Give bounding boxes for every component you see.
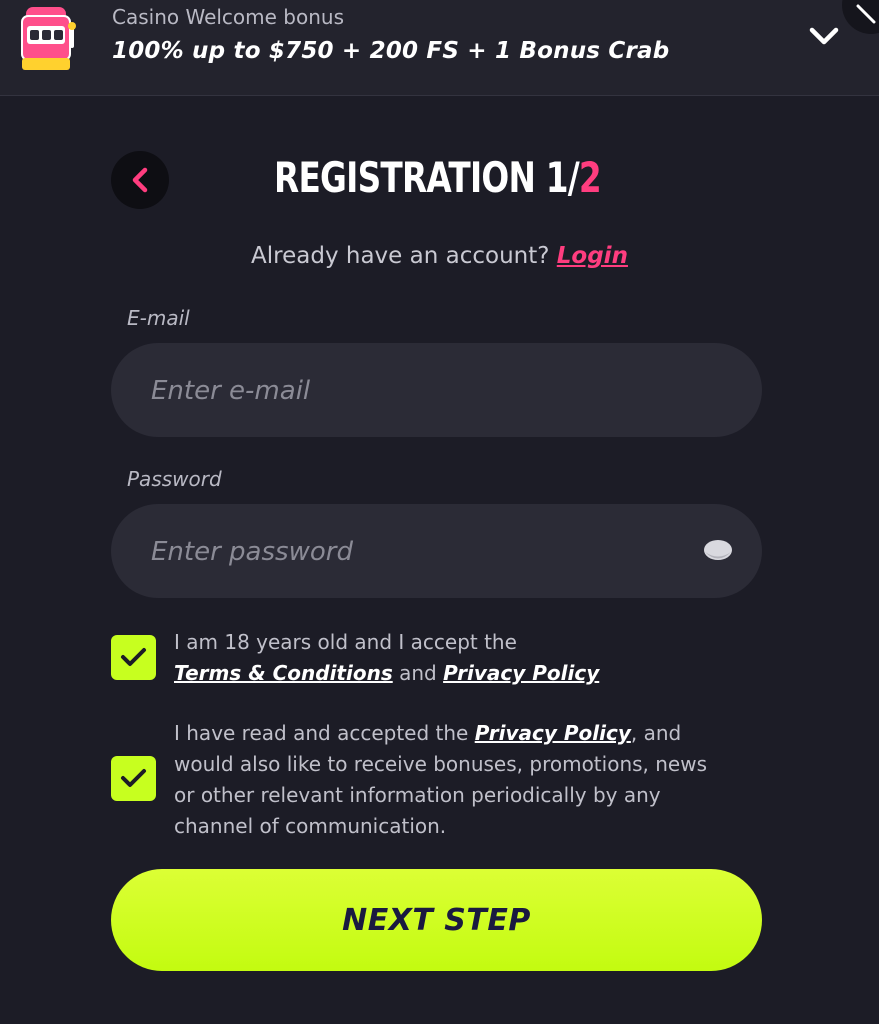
page-title-step-total: 2 <box>578 153 602 202</box>
and-text: and <box>399 661 437 685</box>
welcome-bonus-banner[interactable]: Casino Welcome bonus 100% up to $750 + 2… <box>0 0 879 96</box>
chevron-down-icon[interactable] <box>808 24 840 48</box>
login-prompt: Already have an account? Login <box>0 243 879 269</box>
checkmark-icon <box>121 648 146 666</box>
slot-machine-icon <box>21 7 76 70</box>
marketing-text-1: I have read and accepted the <box>174 721 469 745</box>
page-title-main: REGISTRATION 1/ <box>274 153 580 202</box>
password-field-container[interactable] <box>111 504 762 600</box>
close-icon <box>856 4 876 24</box>
next-step-button[interactable]: NEXT STEP <box>111 869 762 971</box>
show-password-eye-icon[interactable] <box>702 537 734 563</box>
email-label: E-mail <box>127 306 190 330</box>
email-field-container[interactable] <box>111 343 762 439</box>
chevron-left-icon <box>132 167 148 193</box>
age-terms-line-2: Terms & Conditions and Privacy Policy <box>174 658 599 689</box>
back-button[interactable] <box>111 151 169 209</box>
password-input[interactable] <box>149 504 693 600</box>
age-terms-line-1: I am 18 years old and I accept the <box>174 630 517 654</box>
marketing-line-4: channel of communication. <box>174 814 447 838</box>
marketing-line-1: I have read and accepted the Privacy Pol… <box>174 718 707 749</box>
page-title: REGISTRATION 1/2 <box>274 153 602 202</box>
age-terms-consent-text: I am 18 years old and I accept the Terms… <box>174 627 599 689</box>
age-terms-checkbox[interactable] <box>111 635 156 680</box>
marketing-line-3: or other relevant information periodical… <box>174 783 661 807</box>
terms-conditions-link[interactable]: Terms & Conditions <box>174 661 393 685</box>
privacy-policy-link[interactable]: Privacy Policy <box>443 661 599 685</box>
marketing-text-2: , and <box>630 721 682 745</box>
banner-subtitle: Casino Welcome bonus <box>112 5 345 29</box>
banner-title: 100% up to $750 + 200 FS + 1 Bonus Crab <box>112 38 670 64</box>
privacy-policy-link-2[interactable]: Privacy Policy <box>475 721 631 745</box>
login-prompt-text: Already have an account? <box>251 243 550 269</box>
marketing-consent-checkbox[interactable] <box>111 756 156 801</box>
login-link[interactable]: Login <box>557 243 628 269</box>
email-input[interactable] <box>149 343 693 439</box>
marketing-consent-text: I have read and accepted the Privacy Pol… <box>174 718 707 842</box>
marketing-line-2: would also like to receive bonuses, prom… <box>174 752 708 776</box>
password-label: Password <box>127 467 222 491</box>
checkmark-icon <box>121 769 146 787</box>
